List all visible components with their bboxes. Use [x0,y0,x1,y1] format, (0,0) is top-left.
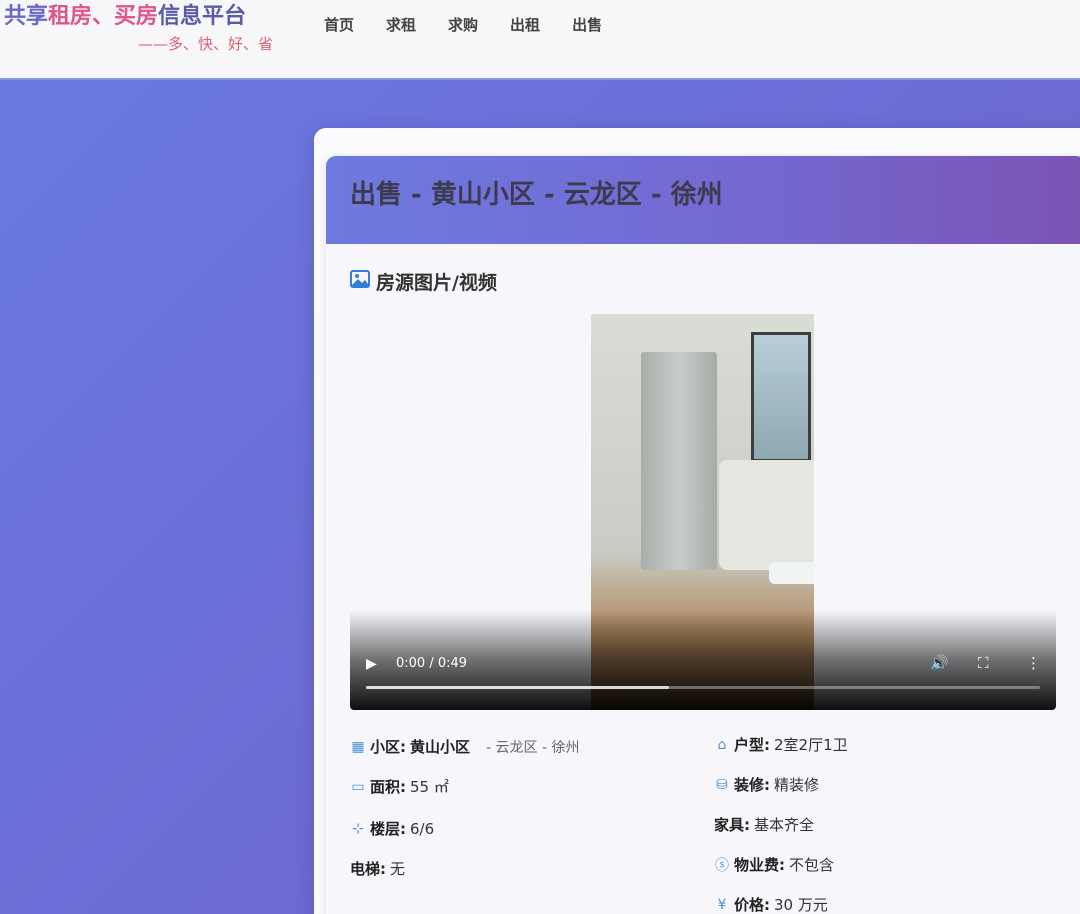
area-value: 55 ㎡ [410,778,449,796]
detail-area: ▭ 面积: 55 ㎡ [350,776,449,797]
more-options-icon[interactable]: ⋮ [1026,654,1041,672]
nav-home[interactable]: 首页 [324,14,354,35]
detail-elevator: 电梯: 无 [350,858,405,879]
detail-price: ¥ 价格: 30 万元 [714,894,828,914]
price-label: 价格: [734,896,770,914]
layout-value: 2室2厅1卫 [774,736,848,754]
yen-icon: ¥ [717,896,727,913]
volume-icon[interactable]: 🔊 [930,654,949,672]
decor-label: 装修: [734,776,770,794]
nav-for-rent[interactable]: 出租 [510,14,540,35]
table-shape [769,562,814,584]
detail-furniture: 家具: 基本齐全 [714,814,814,835]
video-progress-bar[interactable] [366,686,1040,689]
site-logo[interactable]: 共享租房、买房信息平台 [4,0,246,30]
logo-part-1: 共享 [4,4,49,29]
elevator-value: 无 [390,860,406,878]
media-section-label: 房源图片/视频 [376,272,497,294]
logo-slogan: ——多、快、好、省 [138,35,274,53]
video-controls: ▶ 0:00 / 0:49 🔊 ⛶ ⋮ [350,610,1056,710]
detail-property-fee: ⓢ 物业费: 不包含 [714,854,834,875]
area-icon: ▭ [351,778,365,795]
furniture-label: 家具: [714,816,750,834]
building-icon: ▦ [351,738,365,755]
fee-label: 物业费: [734,856,785,874]
floor-value: 6/6 [410,819,435,838]
coin-icon: ⓢ [715,857,729,874]
listing-card: 出售 - 黄山小区 - 云龙区 - 徐州 房源图片/视频 ▶ 0:00 / 0:… [326,156,1080,914]
community-value: 黄山小区 [410,738,471,756]
price-value: 30 万元 [774,896,828,914]
image-icon [350,270,370,293]
fee-value: 不包含 [789,856,835,874]
sofa-shape [719,460,814,570]
detail-layout: ⌂ 户型: 2室2厅1卫 [714,734,848,755]
furniture-value: 基本齐全 [754,816,815,834]
logo-part-3: 买房 [114,4,159,29]
area-label: 面积: [370,778,406,796]
main-nav: 首页 求租 求购 出租 出售 [324,14,634,35]
decor-value: 精装修 [774,776,820,794]
video-time: 0:00 / 0:49 [396,656,468,671]
top-navbar: 共享租房、买房信息平台 ——多、快、好、省 首页 求租 求购 出租 出售 [0,0,1080,80]
floor-icon: ⊹ [352,820,364,837]
fridge-shape [641,352,717,570]
video-progress-fill [366,686,670,689]
detail-decoration: ⛁ 装修: 精装修 [714,774,819,795]
listing-header: 出售 - 黄山小区 - 云龙区 - 徐州 [326,156,1080,244]
community-location: - 云龙区 - 徐州 [486,739,580,756]
window-shape [751,332,811,462]
nav-buy-wanted[interactable]: 求购 [448,14,478,35]
media-section-title: 房源图片/视频 [350,268,497,295]
play-icon[interactable]: ▶ [366,656,377,672]
logo-part-4: 信息平台 [158,4,247,29]
listing-title: 出售 - 黄山小区 - 云龙区 - 徐州 [350,180,723,210]
paint-bucket-icon: ⛁ [716,776,728,793]
community-label: 小区: [370,738,406,756]
floor-label: 楼层: [370,820,406,838]
fullscreen-icon[interactable]: ⛶ [978,654,989,672]
detail-community: ▦ 小区: 黄山小区 - 云龙区 - 徐州 [350,736,579,757]
nav-rent-wanted[interactable]: 求租 [386,14,416,35]
detail-floor: ⊹ 楼层: 6/6 [350,818,434,839]
house-icon: ⌂ [717,736,727,753]
layout-label: 户型: [734,736,770,754]
listing-video[interactable]: ▶ 0:00 / 0:49 🔊 ⛶ ⋮ [350,314,1056,710]
logo-part-2: 租房、 [48,4,115,29]
nav-for-sale[interactable]: 出售 [572,14,602,35]
elevator-label: 电梯: [350,860,386,878]
